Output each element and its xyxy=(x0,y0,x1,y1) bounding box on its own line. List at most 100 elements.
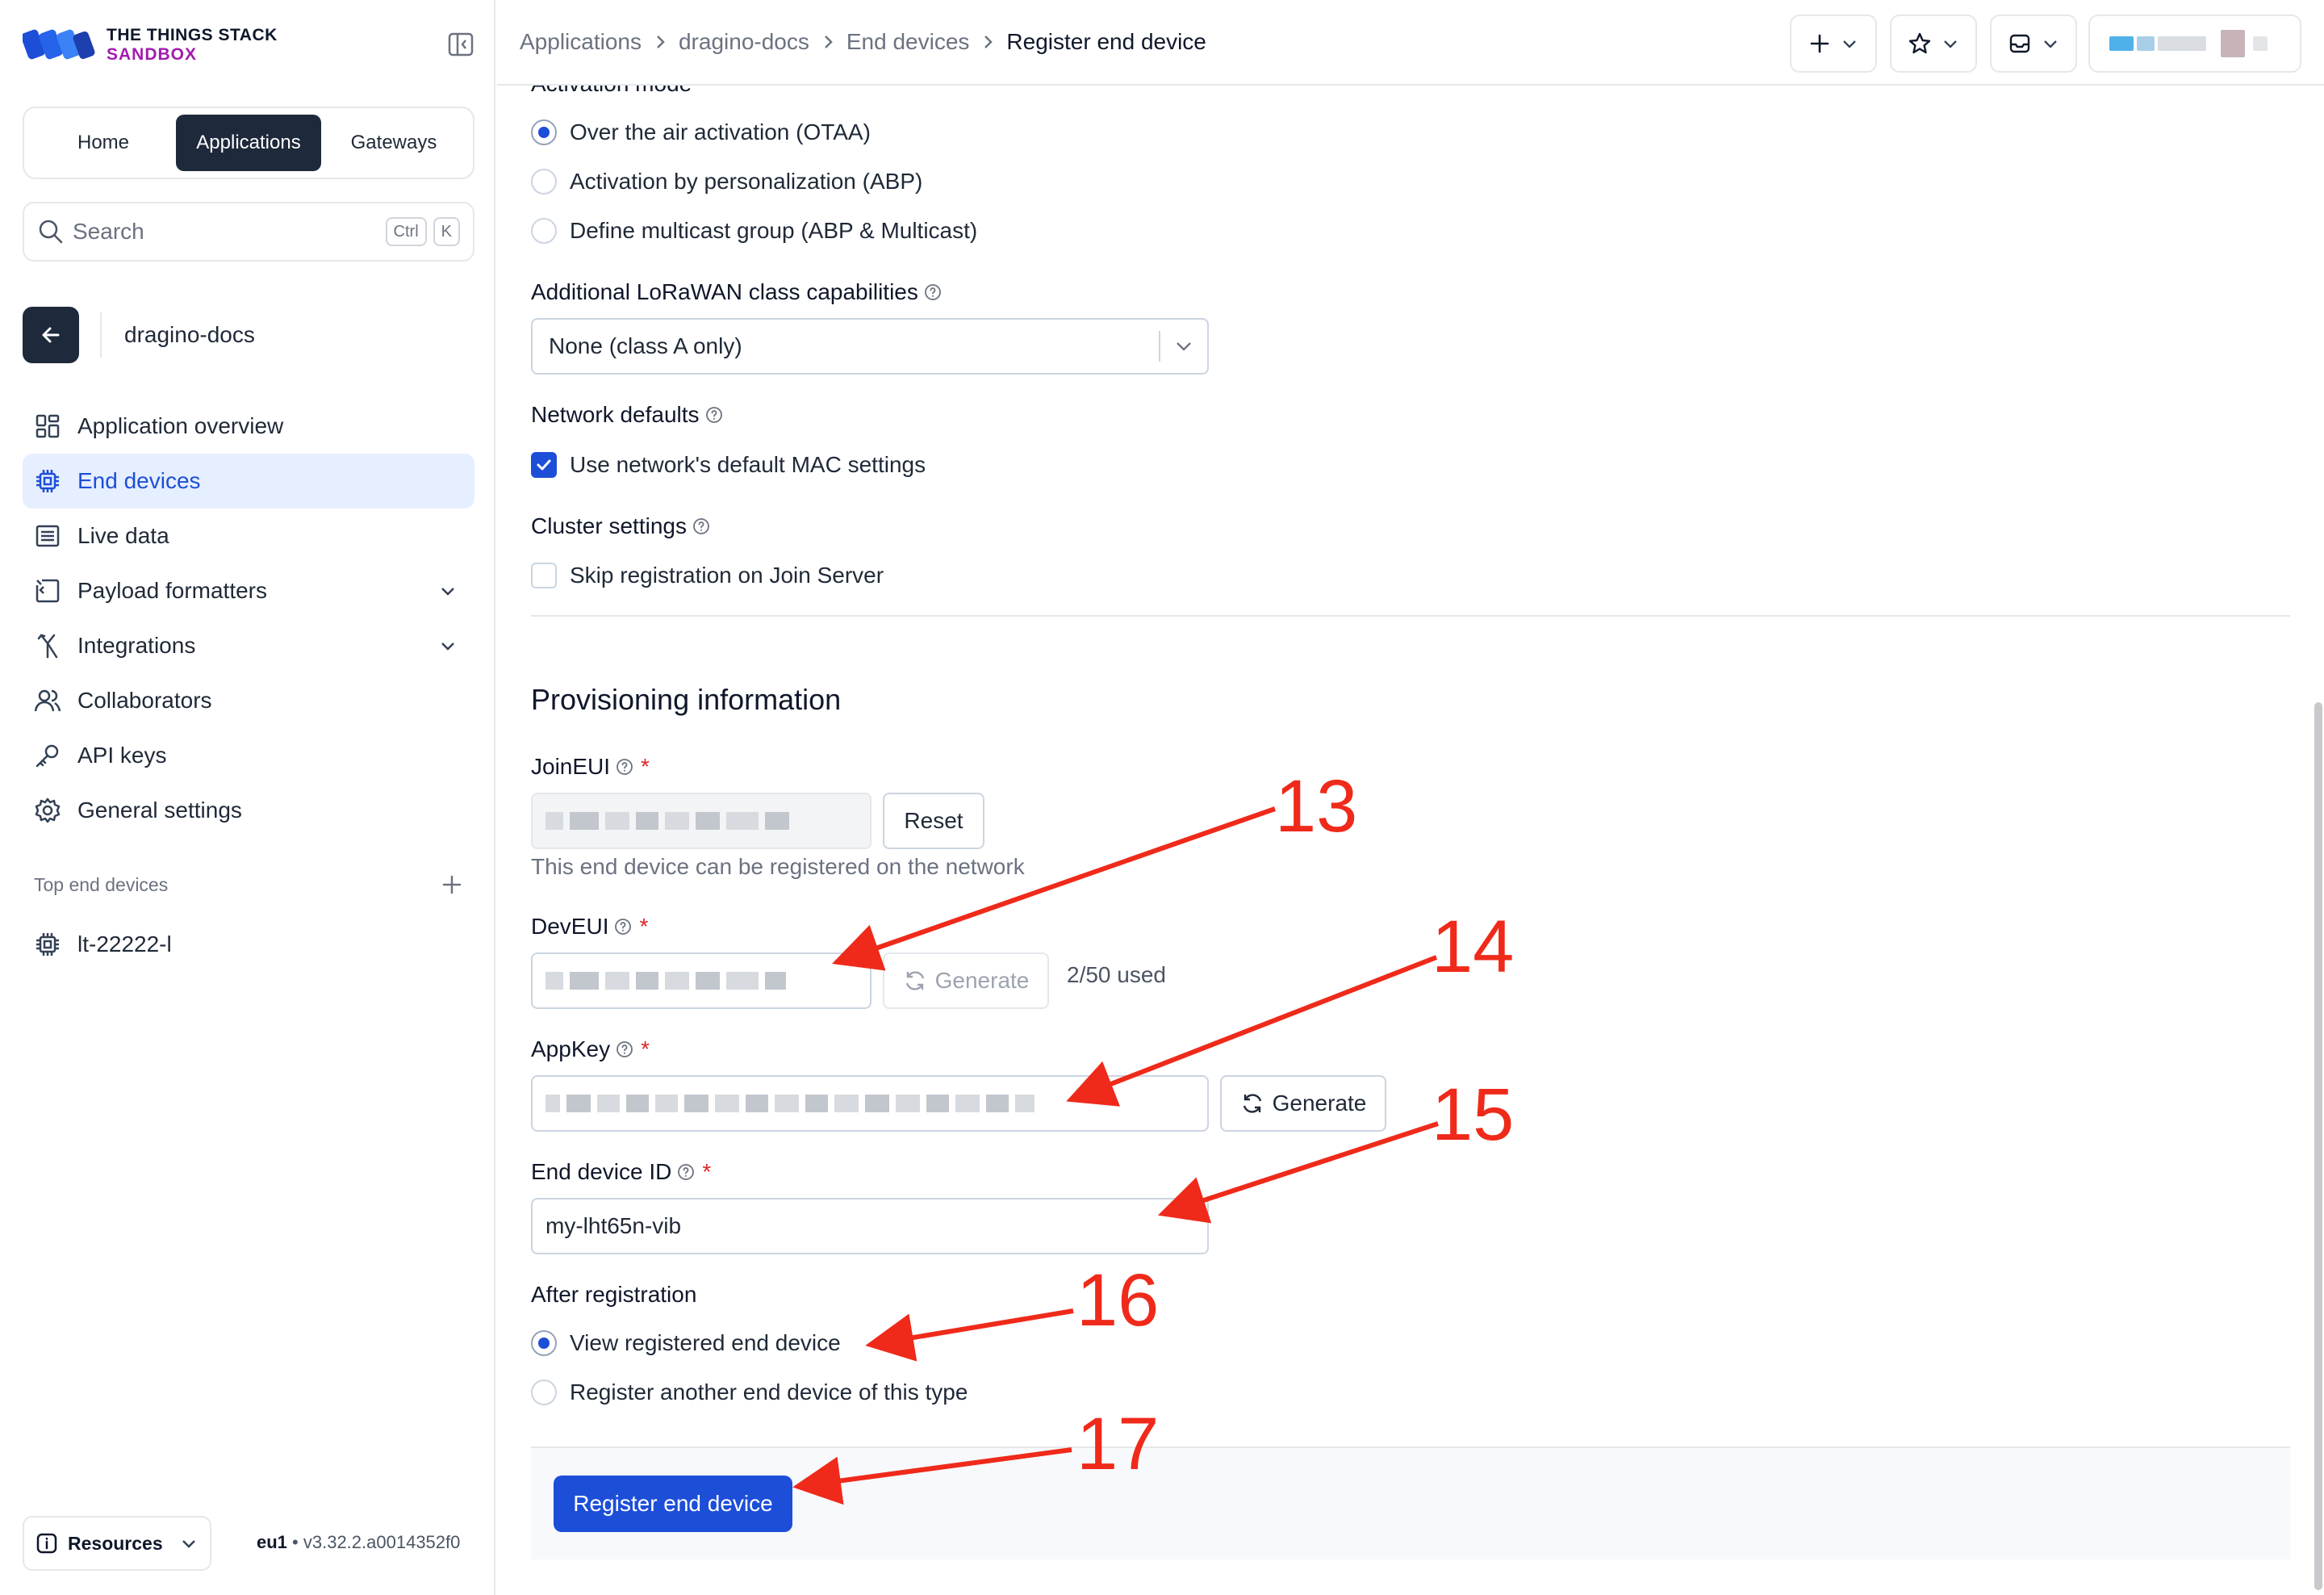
application-name: dragino-docs xyxy=(124,322,255,347)
class-capabilities-label: Additional LoRaWAN class capabilities xyxy=(531,279,943,305)
radio-button[interactable] xyxy=(531,1330,557,1356)
avatar xyxy=(2109,36,2134,51)
top-device-label: lt-22222-l xyxy=(77,931,172,957)
sidebar-item-general-settings[interactable]: General settings xyxy=(23,783,474,838)
user-menu-button[interactable] xyxy=(2088,15,2301,73)
generate-app-key-button[interactable]: Generate xyxy=(1220,1075,1386,1132)
add-menu-button[interactable] xyxy=(1790,15,1877,73)
bookmarks-button[interactable] xyxy=(1890,15,1977,73)
radio-button[interactable] xyxy=(531,169,557,195)
radio-label: Define multicast group (ABP & Multicast) xyxy=(570,218,978,243)
grid-icon xyxy=(36,414,60,438)
sidebar-item-payload-formatters[interactable]: Payload formatters xyxy=(23,563,474,618)
required-mark: * xyxy=(641,754,650,779)
help-icon[interactable] xyxy=(615,1040,634,1059)
field-label-text: Network defaults xyxy=(531,402,700,427)
chevron-down-icon[interactable] xyxy=(437,580,458,601)
help-icon[interactable] xyxy=(676,1162,696,1182)
join-eui-input[interactable] xyxy=(531,793,872,849)
tab-applications[interactable]: Applications xyxy=(176,115,321,171)
sidebar-item-collaborators[interactable]: Collaborators xyxy=(23,673,474,728)
breadcrumb-applications[interactable]: Applications xyxy=(520,29,642,55)
end-device-id-input[interactable]: my-lht65n-vib xyxy=(531,1198,1209,1254)
help-icon[interactable] xyxy=(613,917,633,936)
radio-button[interactable] xyxy=(531,119,557,145)
sidebar-item-api-keys[interactable]: API keys xyxy=(23,728,474,783)
radio-otaa[interactable]: Over the air activation (OTAA) xyxy=(531,119,871,145)
tab-home[interactable]: Home xyxy=(31,115,176,171)
reset-button[interactable]: Reset xyxy=(883,793,984,849)
join-eui-label: JoinEUI * xyxy=(531,754,650,780)
chevron-right-icon xyxy=(824,36,833,48)
radio-abp[interactable]: Activation by personalization (ABP) xyxy=(531,169,922,195)
radio-view-registered[interactable]: View registered end device xyxy=(531,1330,841,1356)
generate-dev-eui-button[interactable]: Generate xyxy=(883,952,1049,1009)
chevron-down-icon xyxy=(182,1540,195,1548)
breadcrumb-application[interactable]: dragino-docs xyxy=(679,29,809,55)
checkbox-unchecked[interactable] xyxy=(531,563,557,588)
chevron-down-icon[interactable] xyxy=(437,635,458,656)
register-end-device-button[interactable]: Register end device xyxy=(554,1476,792,1532)
radio-button[interactable] xyxy=(531,1379,557,1405)
network-defaults-label: Network defaults xyxy=(531,402,724,428)
resources-button[interactable]: Resources xyxy=(23,1516,211,1571)
tab-gateways[interactable]: Gateways xyxy=(321,115,466,171)
back-button[interactable] xyxy=(23,307,79,363)
app-key-input[interactable] xyxy=(531,1075,1209,1132)
section-divider xyxy=(531,615,2290,617)
refresh-icon xyxy=(1243,1094,1261,1113)
sidebar: THE THINGS STACK SANDBOX Home Applicatio… xyxy=(0,0,495,1595)
sidebar-item-live-data[interactable]: Live data xyxy=(23,509,474,563)
username-blur xyxy=(2158,36,2206,51)
radio-label: Over the air activation (OTAA) xyxy=(570,119,871,144)
network-defaults-checkbox-row[interactable]: Use network's default MAC settings xyxy=(531,452,926,478)
resources-label: Resources xyxy=(68,1532,163,1554)
inbox-icon xyxy=(2009,34,2030,53)
radio-label: View registered end device xyxy=(570,1330,841,1355)
help-icon[interactable] xyxy=(923,283,943,302)
radio-multicast[interactable]: Define multicast group (ABP & Multicast) xyxy=(531,218,977,244)
dev-eui-input[interactable] xyxy=(531,952,872,1009)
chip-icon xyxy=(36,933,59,956)
breadcrumb-end-devices[interactable]: End devices xyxy=(846,29,970,55)
help-icon[interactable] xyxy=(615,757,634,777)
dev-eui-usage: 2/50 used xyxy=(1067,962,1166,987)
chevron-right-icon xyxy=(984,36,993,48)
scrollbar[interactable] xyxy=(2314,702,2322,1590)
top-device-item[interactable]: lt-22222-l xyxy=(23,917,474,972)
sidebar-item-application-overview[interactable]: Application overview xyxy=(23,399,474,454)
help-icon[interactable] xyxy=(704,405,724,425)
search-placeholder: Search xyxy=(73,219,144,244)
cluster-checkbox-row[interactable]: Skip registration on Join Server xyxy=(531,563,884,588)
main-tabs: Home Applications Gateways xyxy=(23,107,474,179)
field-label-text: JoinEUI xyxy=(531,754,611,779)
radio-register-another[interactable]: Register another end device of this type xyxy=(531,1379,968,1405)
redacted-value xyxy=(545,1095,1035,1112)
search-input[interactable]: Search Ctrl K xyxy=(23,202,474,262)
chip-icon xyxy=(36,470,59,492)
sidebar-item-integrations[interactable]: Integrations xyxy=(23,618,474,673)
users-icon xyxy=(34,689,61,712)
plus-icon[interactable] xyxy=(441,873,463,896)
radio-button[interactable] xyxy=(531,218,557,244)
app-key-label: AppKey * xyxy=(531,1036,650,1062)
checkbox-label: Skip registration on Join Server xyxy=(570,563,884,588)
notifications-button[interactable] xyxy=(1990,15,2077,73)
end-device-id-label: End device ID * xyxy=(531,1159,711,1185)
shortcut-k: K xyxy=(433,217,460,246)
sidebar-item-end-devices[interactable]: End devices xyxy=(23,454,474,509)
sidebar-item-label: Collaborators xyxy=(77,688,212,713)
brand-logo[interactable]: THE THINGS STACK SANDBOX xyxy=(23,23,278,68)
help-icon[interactable] xyxy=(692,517,711,536)
class-capabilities-select[interactable]: None (class A only) xyxy=(531,318,1209,375)
refresh-icon xyxy=(905,971,924,990)
select-value: None (class A only) xyxy=(549,333,742,358)
checkbox-checked[interactable] xyxy=(531,452,557,478)
divider xyxy=(100,312,102,358)
breadcrumb-current: Register end device xyxy=(1006,29,1206,54)
sidebar-item-label: API keys xyxy=(77,743,167,768)
chevron-down-icon xyxy=(1944,40,1957,48)
chevron-down-icon xyxy=(1177,342,1191,351)
sidebar-collapse-icon[interactable] xyxy=(447,31,474,58)
list-icon xyxy=(36,525,60,547)
